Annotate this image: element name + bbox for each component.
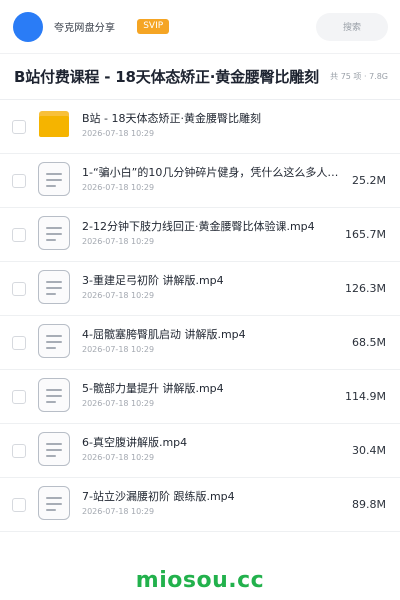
item-name: 1-“骗小白”的10几分钟碎片健身，凭什么这么多人… (82, 166, 339, 179)
item-size: 25.2M (352, 174, 386, 187)
file-icon (38, 378, 72, 414)
item-checkbox[interactable] (12, 335, 26, 350)
item-date: 2026-07-18 10:29 (82, 129, 155, 138)
folder-icon (38, 108, 72, 144)
item-size: 114.9M (345, 390, 386, 403)
item-size: 165.7M (345, 228, 386, 241)
file-icon (38, 270, 72, 306)
item-name: 6-真空腹讲解版.mp4 (82, 436, 188, 449)
item-name: 5-髋部力量提升 讲解版.mp4 (82, 382, 224, 395)
list-item[interactable]: 3-重建足弓初阶 讲解版.mp4 2026-07-18 10:29 126.3M (0, 262, 400, 316)
file-icon (38, 216, 72, 252)
item-name: 2-12分钟下肢力线回正·黄金腰臀比体验课.mp4 (82, 220, 315, 233)
item-name: 4-屈髋塞胯臀肌启动 讲解版.mp4 (82, 328, 246, 341)
file-icon (38, 162, 72, 198)
item-checkbox[interactable] (12, 227, 26, 242)
item-date: 2026-07-18 10:29 (82, 237, 155, 246)
item-checkbox[interactable] (12, 173, 26, 188)
item-checkbox[interactable] (12, 443, 26, 458)
list-item[interactable]: 7-站立沙漏腰初阶 跟练版.mp4 2026-07-18 10:29 89.8M (0, 478, 400, 532)
item-size: 30.4M (352, 444, 386, 457)
item-date: 2026-07-18 10:29 (82, 399, 155, 408)
item-checkbox[interactable] (12, 497, 26, 512)
folder-meta: 共 75 项 · 7.8G (330, 72, 388, 81)
list-item[interactable]: B站 - 18天体态矫正·黄金腰臀比雕刻 2026-07-18 10:29 (0, 100, 400, 154)
item-date: 2026-07-18 10:29 (82, 453, 155, 462)
item-date: 2026-07-18 10:29 (82, 345, 155, 354)
app-header: 夸克网盘分享 SVIP 搜索 (0, 0, 400, 54)
item-name: 3-重建足弓初阶 讲解版.mp4 (82, 274, 224, 287)
svip-badge: SVIP (137, 19, 170, 34)
item-size: 126.3M (345, 282, 386, 295)
item-date: 2026-07-18 10:29 (82, 291, 155, 300)
file-icon (38, 486, 72, 522)
item-name: 7-站立沙漏腰初阶 跟练版.mp4 (82, 490, 235, 503)
list-item[interactable]: 4-屈髋塞胯臀肌启动 讲解版.mp4 2026-07-18 10:29 68.5… (0, 316, 400, 370)
watermark: miosou.cc (135, 567, 265, 593)
page-title: B站付费课程 - 18天体态矫正·黄金腰臀比雕刻 (14, 68, 319, 86)
footer: miosou.cc (0, 560, 400, 600)
brand-name: 夸克网盘分享 (54, 23, 116, 34)
search-button[interactable]: 搜索 (316, 12, 388, 41)
item-date: 2026-07-18 10:29 (82, 507, 155, 516)
avatar[interactable] (13, 11, 43, 42)
list-item[interactable]: 1-“骗小白”的10几分钟碎片健身，凭什么这么多人… 2026-07-18 10… (0, 154, 400, 208)
item-size: 68.5M (352, 336, 386, 349)
file-list: B站 - 18天体态矫正·黄金腰臀比雕刻 2026-07-18 10:29 1-… (0, 100, 400, 532)
item-checkbox[interactable] (12, 119, 26, 134)
item-checkbox[interactable] (12, 389, 26, 404)
folder-title-bar: B站付费课程 - 18天体态矫正·黄金腰臀比雕刻 共 75 项 · 7.8G (0, 54, 400, 100)
item-checkbox[interactable] (12, 281, 26, 296)
list-item[interactable]: 5-髋部力量提升 讲解版.mp4 2026-07-18 10:29 114.9M (0, 370, 400, 424)
search-label: 搜索 (342, 23, 361, 33)
item-date: 2026-07-18 10:29 (82, 183, 155, 192)
file-icon (38, 324, 72, 360)
item-size: 89.8M (352, 498, 386, 511)
item-name: B站 - 18天体态矫正·黄金腰臀比雕刻 (82, 112, 262, 125)
list-item[interactable]: 6-真空腹讲解版.mp4 2026-07-18 10:29 30.4M (0, 424, 400, 478)
list-item[interactable]: 2-12分钟下肢力线回正·黄金腰臀比体验课.mp4 2026-07-18 10:… (0, 208, 400, 262)
file-icon (38, 432, 72, 468)
